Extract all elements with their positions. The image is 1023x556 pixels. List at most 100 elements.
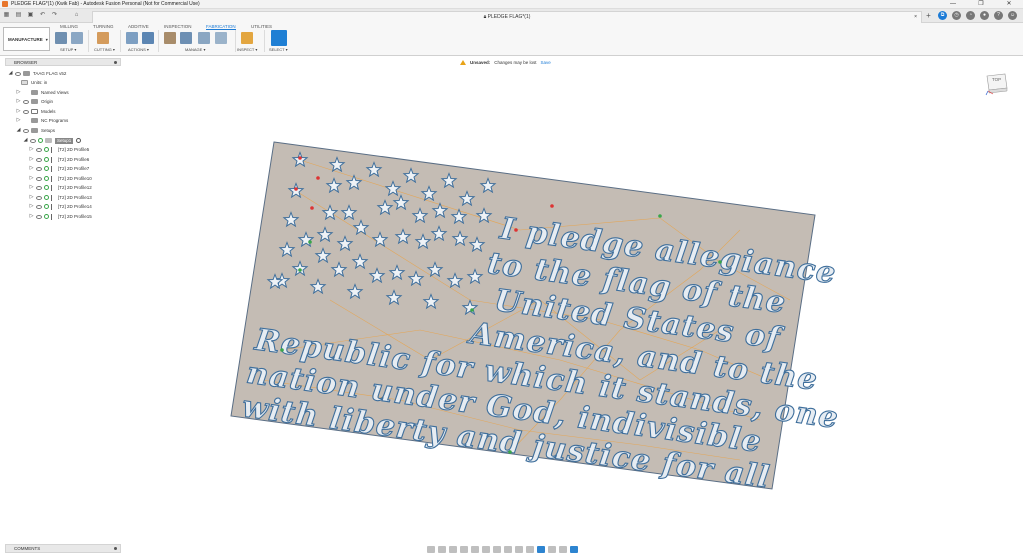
visibility-eye-icon[interactable] [36, 166, 42, 171]
browser-item-units[interactable]: Units: in [16, 78, 47, 87]
visibility-eye-icon[interactable] [23, 99, 29, 104]
browser-op-item[interactable]: ▷ [T2] 2D Profile13 [29, 193, 92, 202]
operation-label: [T2] 2D Profile10 [58, 176, 92, 181]
pierce-point-marker [294, 187, 298, 191]
orbit-icon[interactable] [427, 545, 435, 553]
comments-options-icon[interactable] [114, 547, 117, 550]
fit-icon[interactable] [471, 545, 479, 553]
collapse-icon[interactable]: ◢ [8, 69, 13, 78]
visibility-eye-icon[interactable] [36, 214, 42, 219]
browser-panel-header[interactable]: BROWSER [5, 58, 121, 66]
browser-op-item[interactable]: ▷ [T2] 2D Profile6 [29, 155, 89, 164]
visibility-eye-icon[interactable] [23, 109, 29, 114]
valid-check-icon [44, 204, 49, 209]
browser-item-named-views[interactable]: ▷ Named Views [16, 88, 69, 97]
browser-op-item[interactable]: ▷ [T2] 2D Profile10 [29, 174, 92, 183]
browser-op-item[interactable]: ▷ [T2] 2D Profile7 [29, 164, 89, 173]
operation-label: [T2] 2D Profile13 [58, 195, 92, 200]
visibility-eye-icon[interactable] [36, 185, 42, 190]
visibility-eye-icon[interactable] [30, 138, 36, 143]
browser-item-models[interactable]: ▷ Models [16, 107, 56, 116]
collapse-icon[interactable]: ◢ [23, 136, 28, 145]
browser-op-item[interactable]: ▷ [T2] 2D Profile15 [29, 212, 92, 221]
expand-icon[interactable]: ▷ [29, 183, 34, 192]
expand-icon[interactable]: ▷ [16, 88, 21, 97]
expand-icon[interactable]: ▷ [16, 97, 21, 106]
browser-item-nc-programs[interactable]: ▷ NC Programs [16, 116, 68, 125]
model-icon [31, 109, 38, 114]
folder-icon [31, 118, 38, 123]
comments-panel[interactable]: COMMENTS [5, 544, 121, 553]
visibility-eye-icon[interactable] [36, 195, 42, 200]
view-cube[interactable]: TOP [983, 70, 1011, 96]
stock-display-icon[interactable] [559, 545, 567, 553]
torch-tool-icon [51, 146, 55, 153]
zoom-icon[interactable] [460, 545, 468, 553]
browser-op-item[interactable]: ▷ [T2] 2D Profile5 [29, 145, 89, 154]
viewports-icon[interactable] [504, 545, 512, 553]
expand-icon[interactable]: ▷ [29, 193, 34, 202]
torch-tool-icon [51, 184, 55, 191]
look-at-icon[interactable] [438, 545, 446, 553]
browser-item-label: NC Programs [41, 118, 69, 123]
pierce-point-marker [280, 348, 284, 352]
browser-op-item[interactable]: ▷ [T2] 2D Profile14 [29, 202, 92, 211]
display-settings-icon[interactable] [482, 545, 490, 553]
section-icon[interactable] [548, 545, 556, 553]
expand-icon[interactable]: ▷ [29, 164, 34, 173]
pierce-point-marker [718, 260, 722, 264]
browser-item-label: Units: in [31, 80, 48, 85]
expand-icon[interactable]: ▷ [29, 155, 34, 164]
browser-root[interactable]: ◢ TAAG FLAG v52 [8, 69, 66, 78]
folder-icon [31, 128, 38, 133]
expand-icon[interactable]: ▷ [29, 202, 34, 211]
simulation-display-icon[interactable] [537, 545, 545, 553]
browser-options-icon[interactable] [114, 61, 117, 64]
visibility-eye-icon[interactable] [15, 71, 21, 76]
browser-item-setups[interactable]: ◢ Setups [16, 126, 55, 135]
visibility-eye-icon[interactable] [36, 157, 42, 162]
torch-tool-icon [51, 165, 55, 172]
axis-y-indicator [985, 90, 989, 96]
browser-item-origin[interactable]: ▷ Origin [16, 97, 53, 106]
valid-check-icon [44, 166, 49, 171]
browser-item-setup1[interactable]: ◢ Setup1 [23, 136, 83, 145]
save-link[interactable]: Save [541, 60, 551, 65]
units-icon [21, 80, 28, 85]
setup-icon [45, 138, 52, 143]
visibility-eye-icon[interactable] [36, 204, 42, 209]
navigation-bar [427, 544, 578, 554]
pan-icon[interactable] [449, 545, 457, 553]
unsaved-notice: Unsaved: Changes may be lost Save [460, 58, 551, 66]
visibility-eye-icon[interactable] [36, 176, 42, 181]
pierce-point-marker [316, 176, 320, 180]
pierce-point-marker [298, 268, 302, 272]
operation-label: [T2] 2D Profile15 [58, 214, 92, 219]
pierce-point-marker [298, 156, 302, 160]
visibility-eye-icon[interactable] [36, 147, 42, 152]
viewport-canvas[interactable]: I pledge allegiance to the flag of the U… [0, 0, 1023, 556]
effects-icon[interactable] [526, 545, 534, 553]
expand-icon[interactable]: ▷ [29, 145, 34, 154]
expand-icon[interactable]: ▷ [16, 107, 21, 116]
expand-icon[interactable]: ▷ [29, 212, 34, 221]
collapse-icon[interactable]: ◢ [16, 126, 21, 135]
camera-icon[interactable] [515, 545, 523, 553]
torch-tool-icon [51, 175, 55, 182]
browser-item-label: Models [41, 109, 56, 114]
toolpath-display-icon[interactable] [570, 545, 578, 553]
browser-op-item[interactable]: ▷ [T2] 2D Profile12 [29, 183, 92, 192]
grid-settings-icon[interactable] [493, 545, 501, 553]
setup-label: Setup1 [55, 137, 74, 144]
browser-item-label: Origin [41, 99, 54, 104]
expand-icon[interactable]: ▷ [29, 174, 34, 183]
valid-check-icon [44, 185, 49, 190]
activate-icon[interactable] [76, 138, 82, 143]
warning-icon [460, 59, 466, 65]
visibility-eye-icon[interactable] [23, 128, 29, 133]
pierce-point-marker [550, 204, 554, 208]
expand-icon[interactable]: ▷ [16, 116, 21, 125]
document-icon [23, 71, 30, 76]
